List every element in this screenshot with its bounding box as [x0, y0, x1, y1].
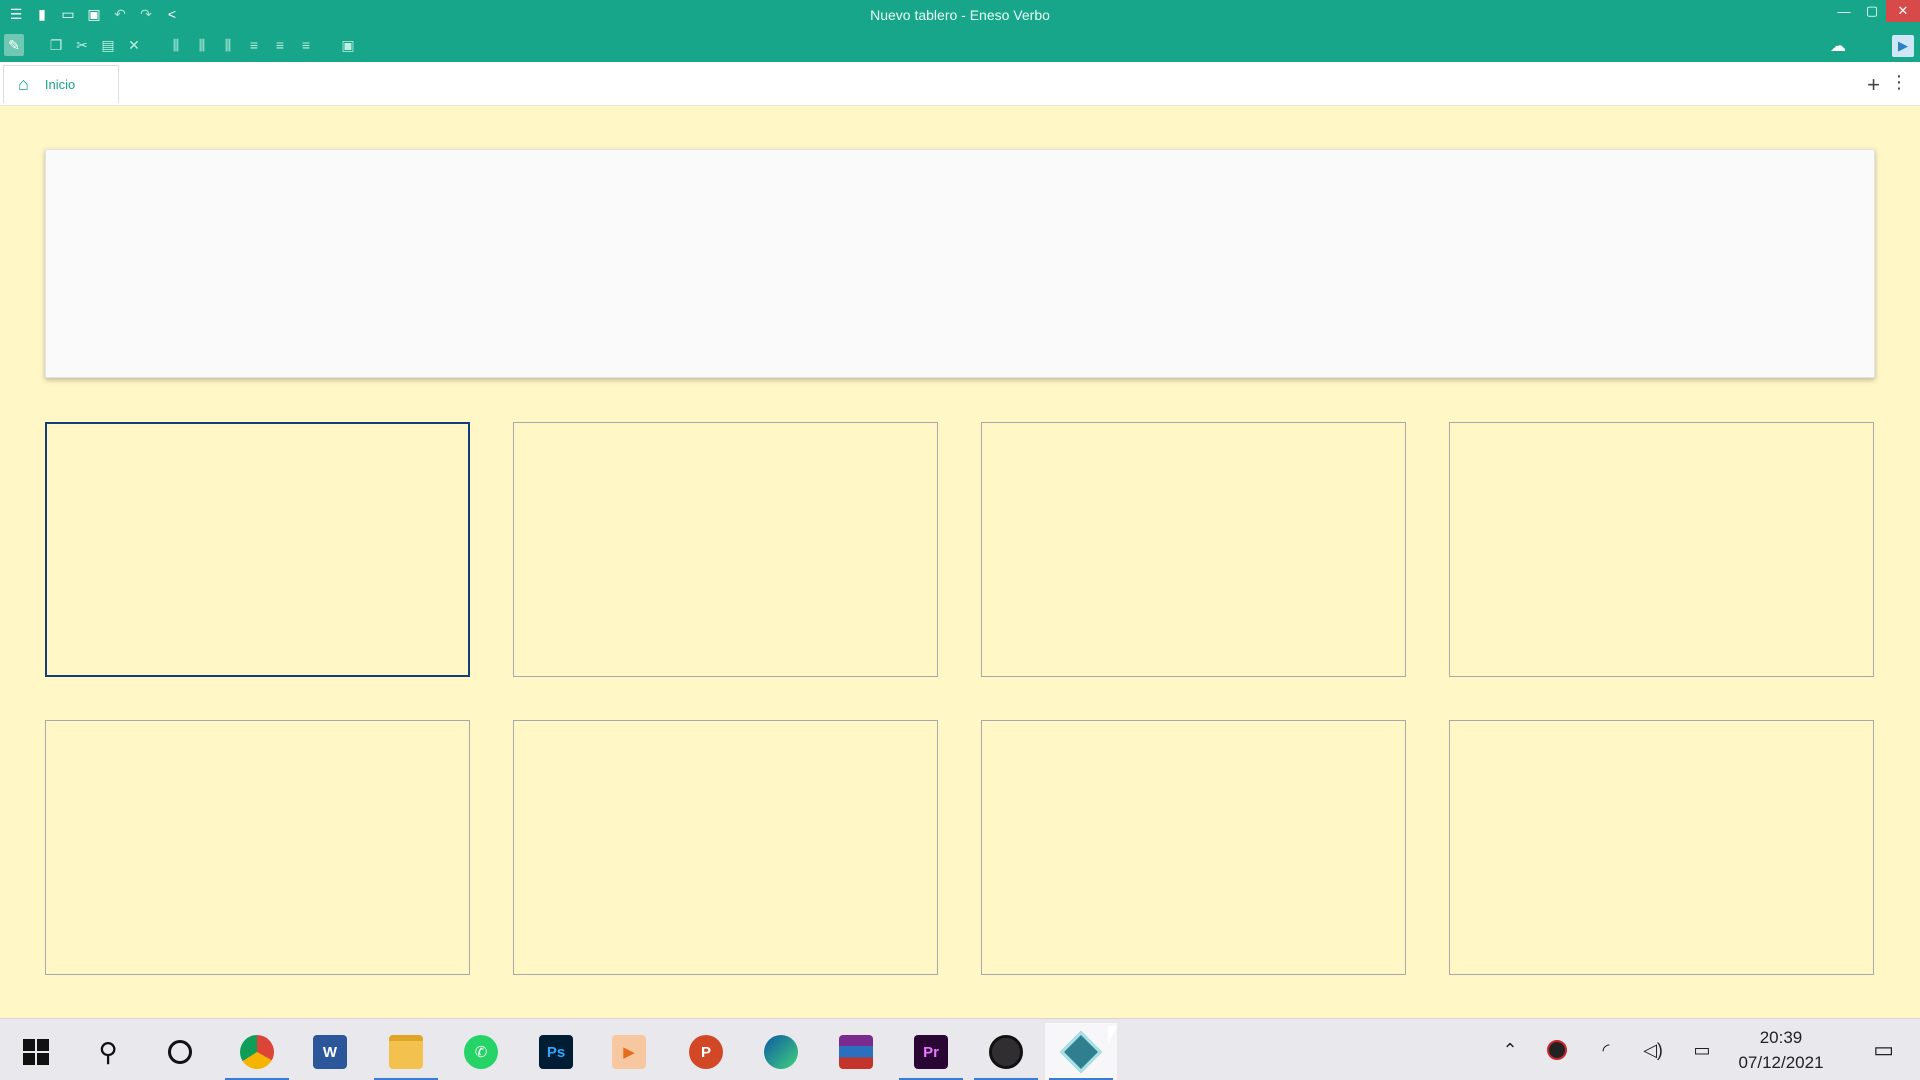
mouse-cursor — [1108, 1026, 1117, 1044]
title-bar: ☰ ▮ ▭ ▣ ↶ ↷ < Nuevo tablero - Eneso Verb… — [0, 0, 1920, 30]
cloud-upload-icon[interactable]: ☁ — [1830, 36, 1846, 56]
board-cell[interactable] — [513, 720, 938, 975]
volume-icon[interactable]: ◁) — [1636, 1019, 1670, 1080]
align-bottom-icon[interactable]: ≡ — [296, 34, 316, 56]
home-icon: ⌂ — [18, 74, 29, 94]
photoshop-icon[interactable]: Ps — [520, 1023, 592, 1080]
obs-icon[interactable] — [970, 1023, 1042, 1080]
photoshop-label: Ps — [539, 1035, 573, 1069]
more-options-button[interactable]: ⋮ — [1890, 72, 1908, 93]
security-icon[interactable] — [1541, 1019, 1573, 1080]
delete-icon[interactable]: ✕ — [124, 34, 144, 56]
word-label: W — [313, 1035, 347, 1069]
powerpoint-icon[interactable]: P — [670, 1023, 742, 1080]
premiere-icon[interactable]: Pr — [895, 1023, 967, 1080]
cut-icon[interactable]: ✂ — [72, 34, 92, 56]
chevron-up-icon[interactable]: ⌃ — [1495, 1019, 1525, 1080]
clock-date: 07/12/2021 — [1738, 1053, 1824, 1072]
powerpoint-label: P — [689, 1035, 723, 1069]
window-title: Nuevo tablero - Eneso Verbo — [870, 7, 1050, 23]
maximize-button[interactable]: ▢ — [1858, 0, 1886, 22]
battery-icon[interactable]: ▭ — [1685, 1019, 1719, 1080]
taskbar: ⚲ W ✆ Ps ▶ P Pr ⌃ ◜ ◁) ▭ 20:39 07/12/202… — [0, 1018, 1920, 1080]
play-icon[interactable]: ▶ — [1892, 35, 1914, 57]
tab-label: Inicio — [44, 77, 76, 92]
align-top-icon[interactable]: ≡ — [244, 34, 264, 56]
search-icon[interactable]: ⚲ — [72, 1023, 144, 1080]
close-button[interactable]: ✕ — [1886, 0, 1920, 22]
copy-icon[interactable]: ❐ — [46, 34, 66, 56]
tab-bar: ⌂ Inicio + ⋮ — [0, 62, 1920, 106]
align-middle-icon[interactable]: ≡ — [270, 34, 290, 56]
file-explorer-icon[interactable] — [370, 1023, 442, 1080]
notification-icon[interactable]: ▭ — [1873, 1037, 1894, 1063]
message-bar[interactable] — [45, 149, 1875, 378]
board-cell[interactable] — [45, 720, 470, 975]
premiere-label: Pr — [914, 1035, 948, 1069]
winrar-icon[interactable] — [820, 1023, 892, 1080]
media-player-icon[interactable]: ▶ — [593, 1023, 665, 1080]
edge-icon[interactable] — [745, 1023, 817, 1080]
word-icon[interactable]: W — [294, 1023, 366, 1080]
board-cell[interactable] — [513, 422, 938, 677]
toolbar: ✎ ❐ ✂ ▤ ✕ ⫼ ⫼ ⫼ ≡ ≡ ≡ ▣ ☁ ▶ — [0, 30, 1920, 62]
clock-time: 20:39 — [1759, 1028, 1803, 1047]
paste-icon[interactable]: ▤ — [98, 34, 118, 56]
board-cell[interactable] — [1449, 422, 1874, 677]
wifi-icon[interactable]: ◜ — [1590, 1019, 1622, 1080]
clock[interactable]: 20:39 07/12/2021 — [1726, 1025, 1836, 1075]
align-left-icon[interactable]: ⫼ — [166, 34, 186, 56]
align-center-icon[interactable]: ⫼ — [192, 34, 212, 56]
board-cell[interactable] — [981, 422, 1406, 677]
eneso-verbo-icon[interactable] — [1045, 1023, 1117, 1080]
board-cell[interactable] — [1449, 720, 1874, 975]
whatsapp-icon[interactable]: ✆ — [445, 1023, 517, 1080]
board-cell[interactable] — [45, 422, 470, 677]
align-right-icon[interactable]: ⫼ — [218, 34, 238, 56]
board-cell[interactable] — [981, 720, 1406, 975]
start-icon[interactable] — [0, 1023, 72, 1080]
chrome-icon[interactable] — [221, 1023, 293, 1080]
tab-inicio[interactable]: ⌂ Inicio — [3, 65, 119, 103]
add-tab-button[interactable]: + — [1867, 72, 1880, 98]
minimize-button[interactable]: — — [1830, 0, 1858, 22]
edit-icon[interactable]: ✎ — [4, 34, 24, 56]
board — [0, 106, 1920, 1018]
cortana-icon[interactable] — [144, 1023, 216, 1080]
window-controls: — ▢ ✕ — [1830, 0, 1920, 22]
fill-icon[interactable]: ▣ — [338, 34, 358, 56]
